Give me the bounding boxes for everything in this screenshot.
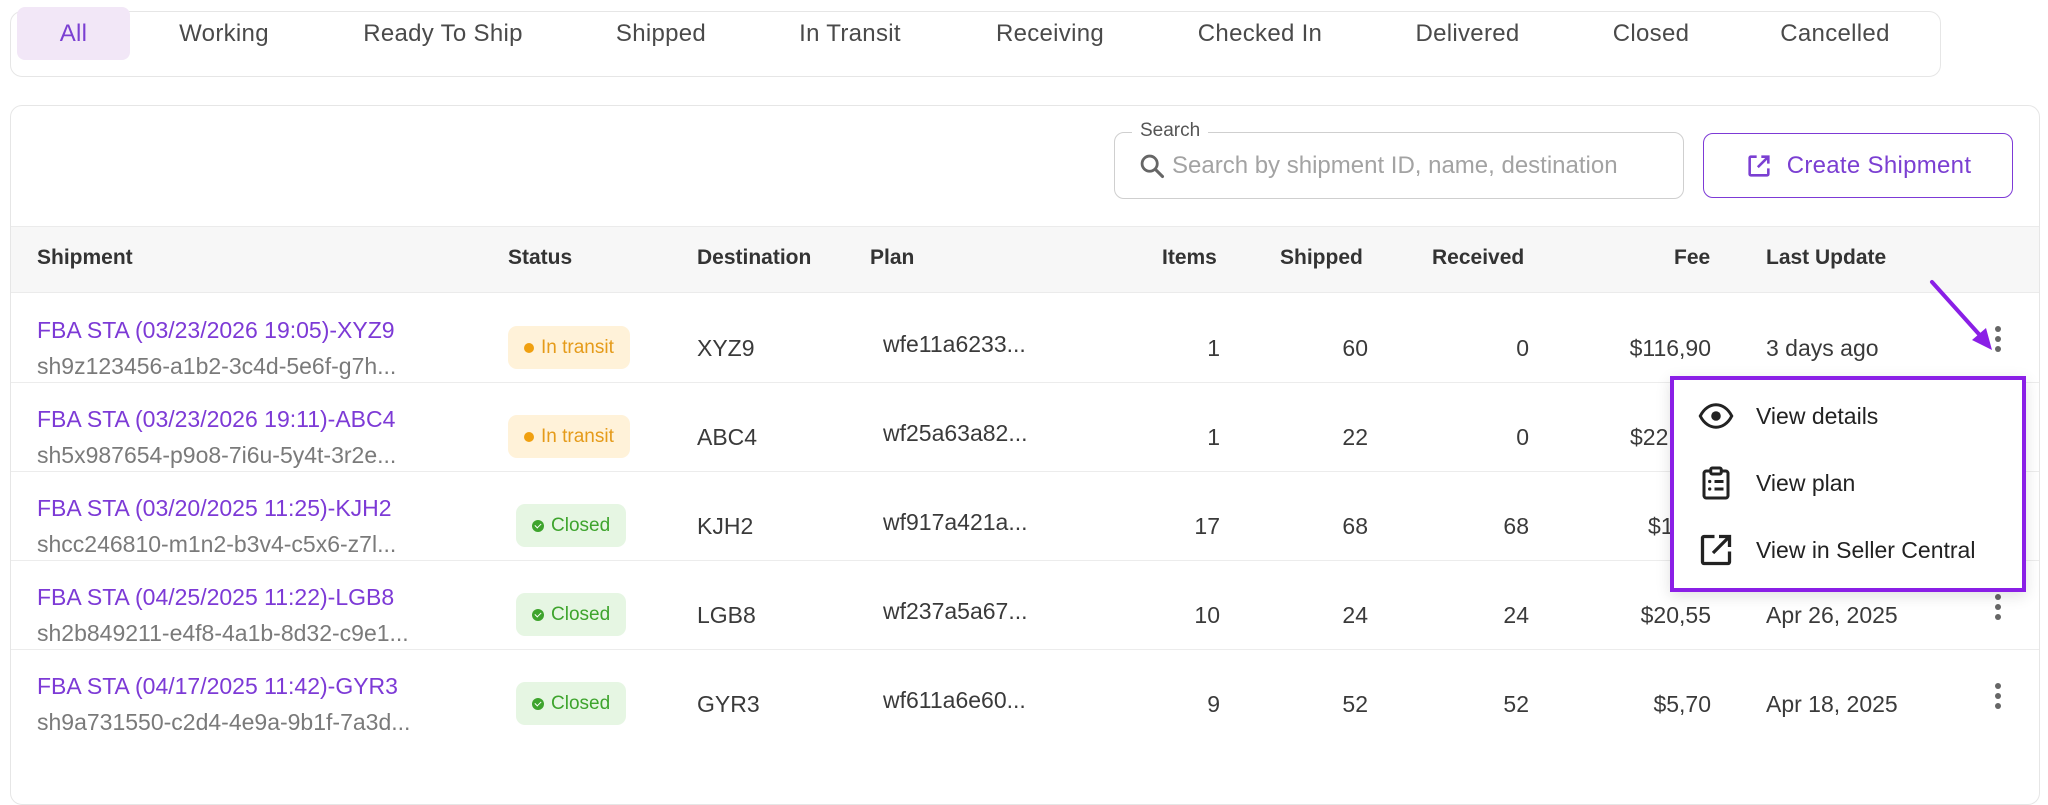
fee-cell: $5,70 — [1653, 691, 1711, 717]
last-update-cell: Apr 26, 2025 — [1766, 602, 1898, 628]
received-cell: 0 — [1516, 335, 1529, 361]
status-badge: In transit — [508, 415, 630, 458]
col-fee: Fee — [1674, 246, 1711, 269]
check-circle-icon — [532, 608, 544, 621]
tab-checked-in[interactable]: Checked In — [1180, 7, 1340, 60]
col-plan: Plan — [870, 246, 915, 269]
menu-item-view-seller-central[interactable]: View in Seller Central — [1674, 520, 2022, 580]
shipment-id: sh9z123456-a1b2-3c4d-5e6f-g7h... — [37, 353, 397, 379]
row-divider — [11, 649, 2039, 650]
col-status: Status — [508, 246, 573, 269]
plan-cell: wf25a63a82... — [883, 420, 1028, 446]
fee-cell: $116,90 — [1629, 335, 1711, 361]
search-label: Search — [1132, 120, 1209, 142]
shipped-cell: 68 — [1342, 513, 1368, 539]
tab-delivered[interactable]: Delivered — [1400, 7, 1535, 60]
shipment-id: sh5x987654-p9o8-7i6u-5y4t-3r2e... — [37, 442, 397, 468]
tab-ready-to-ship[interactable]: Ready To Ship — [343, 7, 543, 60]
status-badge: In transit — [508, 326, 630, 369]
menu-item-view-plan[interactable]: View plan — [1674, 453, 2022, 513]
destination-cell: ABC4 — [697, 424, 758, 450]
last-update-cell: 3 days ago — [1766, 335, 1879, 361]
status-text: Closed — [551, 603, 611, 625]
shipment-name-link[interactable]: FBA STA (03/23/2026 19:05)-XYZ9 — [37, 317, 395, 344]
fee-cell: $20,55 — [1640, 602, 1711, 628]
col-last-update: Last Update — [1766, 246, 1887, 269]
shipment-name-link[interactable]: FBA STA (04/17/2025 11:42)-GYR3 — [37, 673, 398, 700]
status-badge: Closed — [516, 682, 627, 725]
shipped-cell: 22 — [1342, 424, 1368, 450]
shipped-cell: 24 — [1342, 602, 1368, 628]
menu-item-label: View details — [1756, 402, 1879, 429]
external-link-icon — [1700, 534, 1732, 566]
search-icon — [1140, 154, 1165, 179]
tab-cancelled[interactable]: Cancelled — [1765, 7, 1905, 60]
menu-item-view-details[interactable]: View details — [1674, 386, 2022, 446]
plan-cell: wf611a6e60... — [883, 687, 1026, 713]
shipment-name-link[interactable]: FBA STA (03/23/2026 19:11)-ABC4 — [37, 406, 395, 433]
destination-cell: GYR3 — [697, 691, 760, 717]
items-cell: 10 — [1194, 602, 1220, 628]
items-cell: 1 — [1207, 335, 1220, 361]
plan-cell: wfe11a6233... — [883, 331, 1026, 357]
shipment-name-link[interactable]: FBA STA (03/20/2025 11:25)-KJH2 — [37, 495, 392, 522]
shipment-name-link[interactable]: FBA STA (04/25/2025 11:22)-LGB8 — [37, 584, 394, 611]
status-text: In transit — [541, 425, 614, 447]
col-items: Items — [1162, 246, 1217, 269]
row-actions-button[interactable] — [1991, 590, 2005, 624]
tab-shipped[interactable]: Shipped — [596, 7, 726, 60]
items-cell: 1 — [1207, 424, 1220, 450]
tab-receiving[interactable]: Receiving — [975, 7, 1125, 60]
col-shipment: Shipment — [37, 246, 133, 269]
items-cell: 9 — [1207, 691, 1220, 717]
items-cell: 17 — [1194, 513, 1220, 539]
menu-item-label: View in Seller Central — [1756, 536, 1976, 563]
plan-cell: wf237a5a67... — [883, 598, 1028, 624]
shipment-id: sh2b849211-e4f8-4a1b-8d32-c9e1... — [37, 620, 409, 646]
status-badge: Closed — [516, 593, 627, 636]
tab-in-transit[interactable]: In Transit — [777, 7, 923, 60]
table-header — [11, 226, 2039, 293]
received-cell: 52 — [1503, 691, 1529, 717]
col-received: Received — [1432, 246, 1525, 269]
destination-cell: KJH2 — [697, 513, 754, 539]
tab-closed[interactable]: Closed — [1596, 7, 1706, 60]
create-shipment-label: Create Shipment — [1786, 151, 1972, 179]
check-circle-icon — [532, 697, 544, 710]
shipment-id: shcc246810-m1n2-b3v4-c5x6-z7l... — [37, 531, 397, 557]
external-link-icon — [1748, 154, 1770, 177]
status-text: Closed — [551, 692, 611, 714]
eye-icon — [1698, 403, 1734, 429]
check-circle-icon — [532, 519, 544, 532]
received-cell: 24 — [1503, 602, 1529, 628]
menu-item-label: View plan — [1756, 469, 1856, 496]
received-cell: 68 — [1503, 513, 1529, 539]
fee-cell: $22 — [1630, 424, 1669, 450]
row-actions-button[interactable] — [1991, 679, 2005, 713]
col-shipped: Shipped — [1280, 246, 1363, 269]
clipboard-list-icon — [1702, 466, 1730, 500]
status-text: In transit — [541, 336, 614, 358]
status-text: Closed — [551, 514, 611, 536]
destination-cell: LGB8 — [697, 602, 756, 628]
status-badge: Closed — [516, 504, 627, 547]
shipped-cell: 60 — [1342, 335, 1368, 361]
last-update-cell: Apr 18, 2025 — [1766, 691, 1898, 717]
destination-cell: XYZ9 — [697, 335, 755, 361]
tab-working[interactable]: Working — [155, 7, 293, 60]
create-shipment-button[interactable]: Create Shipment — [1703, 133, 2013, 198]
row-actions-menu: View details View plan View in Seller Ce… — [1670, 376, 2026, 592]
shipment-id: sh9a731550-c2d4-4e9a-9b1f-7a3d... — [37, 709, 411, 735]
status-dot-icon — [524, 431, 534, 442]
status-dot-icon — [524, 342, 534, 353]
plan-cell: wf917a421a... — [883, 509, 1028, 535]
col-destination: Destination — [697, 246, 812, 269]
tab-all[interactable]: All — [17, 7, 130, 60]
pointer-arrow-icon — [1930, 280, 1992, 350]
search-input[interactable] — [1172, 146, 1672, 186]
shipped-cell: 52 — [1342, 691, 1368, 717]
received-cell: 0 — [1516, 424, 1529, 450]
